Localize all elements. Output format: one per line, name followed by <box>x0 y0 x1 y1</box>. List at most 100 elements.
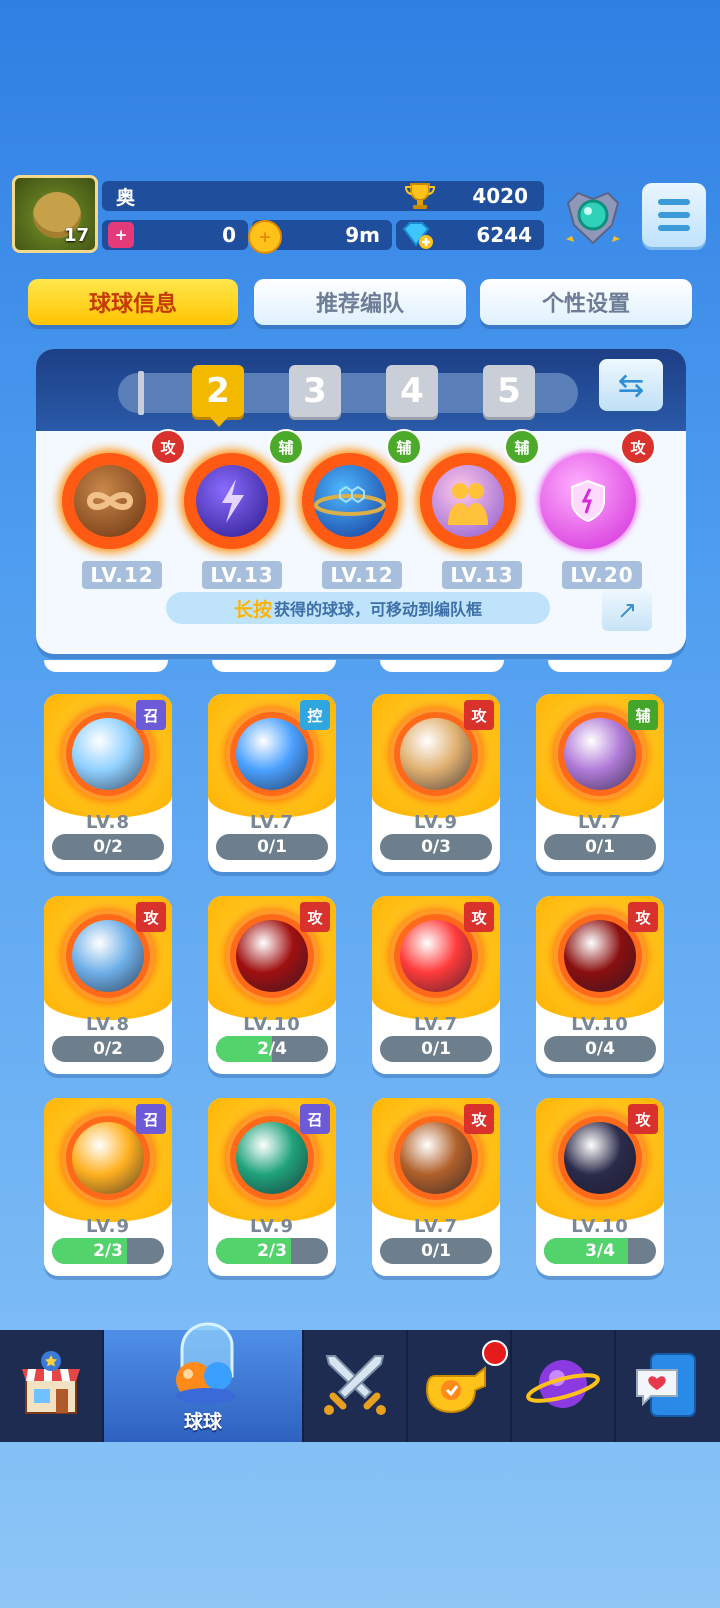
ball-card[interactable]: 攻 LV.7 0/1 <box>372 1098 500 1276</box>
card-role-tag: 控 <box>300 700 330 730</box>
team-ball-3[interactable] <box>302 453 398 549</box>
ball-card[interactable]: 召 LV.9 2/3 <box>208 1098 336 1276</box>
card-progress-bar: 0/1 <box>216 834 328 860</box>
card-role-tag: 攻 <box>628 902 658 932</box>
pink-ticket-add-icon[interactable]: + <box>108 222 134 248</box>
team-ball-3-level: LV.12 <box>322 561 402 589</box>
card-level: LV.10 <box>571 1216 629 1237</box>
card-level: LV.7 <box>578 812 622 833</box>
card-progress-text: 0/2 <box>93 837 123 857</box>
rank-badge-icon[interactable] <box>558 181 628 251</box>
nav-balls[interactable]: 球球 <box>104 1322 302 1442</box>
tab-ball-info[interactable]: 球球信息 <box>28 279 238 325</box>
team-ball-5-role: 攻 <box>620 429 656 465</box>
bottom-nav: 球球 <box>0 1322 720 1442</box>
ball-card[interactable]: 攻 LV.7 0/1 <box>372 896 500 1074</box>
tab-personal-settings[interactable]: 个性设置 <box>480 279 692 325</box>
card-level: LV.9 <box>414 812 458 833</box>
slot-1-edge[interactable] <box>138 371 144 415</box>
card-progress-text: 0/4 <box>585 1039 615 1059</box>
team-panel: 2 3 4 5 ⇆ 攻 辅 辅 辅 攻 长按 获得的球球，可移动到编队框 ↗ <box>36 349 686 654</box>
card-role-tag: 攻 <box>464 902 494 932</box>
team-ball-1[interactable] <box>62 453 158 549</box>
ball-card[interactable]: 攻 LV.10 0/4 <box>536 896 664 1074</box>
team-slot-2[interactable]: 2 <box>192 365 244 417</box>
card-progress-bar: 2/3 <box>216 1238 328 1264</box>
card-progress-text: 2/3 <box>257 1241 287 1261</box>
player-avatar[interactable]: 17 <box>12 175 98 253</box>
team-ball-5-level: LV.20 <box>562 561 642 589</box>
card-progress-bar: 0/2 <box>52 834 164 860</box>
nav-social[interactable] <box>616 1330 718 1442</box>
card-progress-bar: 2/3 <box>52 1238 164 1264</box>
share-icon[interactable]: ↗ <box>602 589 652 631</box>
ball-card[interactable]: 召 LV.8 0/2 <box>44 694 172 872</box>
card-progress-bar: 0/2 <box>52 1036 164 1062</box>
card-level: LV.7 <box>250 812 294 833</box>
team-ball-4-level: LV.13 <box>442 561 522 589</box>
team-ball-1-role: 攻 <box>150 429 186 465</box>
scrolled-card-edge <box>212 660 336 672</box>
name-bar: 奥 4020 <box>102 181 544 211</box>
team-ball-3-role: 辅 <box>386 429 422 465</box>
swirl-seed-ball-icon <box>236 1122 308 1194</box>
player-name: 奥 <box>116 187 136 209</box>
balls-icon <box>168 1320 244 1414</box>
team-ball-5[interactable] <box>540 453 636 549</box>
ball-card[interactable]: 攻 LV.8 0/2 <box>44 896 172 1074</box>
ball-card[interactable]: 攻 LV.10 2/4 <box>208 896 336 1074</box>
nav-balls-label: 球球 <box>183 1411 222 1433</box>
ball-card[interactable]: 控 LV.7 0/1 <box>208 694 336 872</box>
card-progress-text: 0/1 <box>421 1039 451 1059</box>
venom-ball-icon <box>236 920 308 992</box>
team-ball-2[interactable] <box>184 453 280 549</box>
team-ball-2-role: 辅 <box>268 429 304 465</box>
nav-shop[interactable] <box>0 1330 102 1442</box>
menu-button[interactable] <box>642 183 706 247</box>
trophy-icon <box>402 181 438 211</box>
diamond-add-icon[interactable] <box>398 220 434 250</box>
team-ball-4[interactable] <box>420 453 516 549</box>
card-progress-bar: 0/1 <box>544 834 656 860</box>
card-progress-text: 0/1 <box>421 1241 451 1261</box>
notification-badge <box>482 1340 508 1366</box>
red-blob-ball-icon <box>400 920 472 992</box>
card-role-tag: 攻 <box>136 902 166 932</box>
nav-whistle[interactable] <box>408 1330 510 1442</box>
card-progress-text: 3/4 <box>585 1241 615 1261</box>
selected-slot-pointer <box>210 417 228 427</box>
ball-card[interactable]: 辅 LV.7 0/1 <box>536 694 664 872</box>
swap-team-button[interactable]: ⇆ <box>599 359 663 411</box>
team-slot-3[interactable]: 3 <box>289 365 341 417</box>
ice-bloom-ball-icon <box>72 718 144 790</box>
nav-battle[interactable] <box>304 1330 406 1442</box>
ball-card[interactable]: 攻 LV.10 3/4 <box>536 1098 664 1276</box>
scrolled-card-edge <box>548 660 672 672</box>
card-progress-bar: 0/4 <box>544 1036 656 1062</box>
ball-card[interactable]: 召 LV.9 2/3 <box>44 1098 172 1276</box>
card-role-tag: 召 <box>136 700 166 730</box>
team-slot-5[interactable]: 5 <box>483 365 535 417</box>
opera-mask-ball-icon <box>564 1122 636 1194</box>
crossed-swords-icon <box>317 1346 393 1426</box>
timer-value: 9m <box>345 223 380 247</box>
card-level: LV.8 <box>86 812 130 833</box>
team-panel-header: 2 3 4 5 ⇆ <box>36 349 686 431</box>
nav-planet[interactable] <box>512 1330 614 1442</box>
broken-shield-icon <box>552 465 624 537</box>
card-progress-bar: 2/4 <box>216 1036 328 1062</box>
card-level: LV.8 <box>86 1014 130 1035</box>
card-level: LV.9 <box>250 1216 294 1237</box>
card-role-tag: 攻 <box>628 1104 658 1134</box>
gold-coin-add-icon[interactable]: + <box>248 220 282 254</box>
scrolled-card-edge <box>44 660 168 672</box>
planet-icon <box>523 1346 603 1426</box>
card-level: LV.9 <box>86 1216 130 1237</box>
tab-recommended-team[interactable]: 推荐编队 <box>254 279 466 325</box>
ball-card[interactable]: 攻 LV.9 0/3 <box>372 694 500 872</box>
chat-heart-icon <box>629 1346 705 1426</box>
team-slot-4[interactable]: 4 <box>386 365 438 417</box>
hint-highlight: 长按 <box>233 598 272 621</box>
card-role-tag: 召 <box>300 1104 330 1134</box>
card-progress-bar: 0/3 <box>380 834 492 860</box>
